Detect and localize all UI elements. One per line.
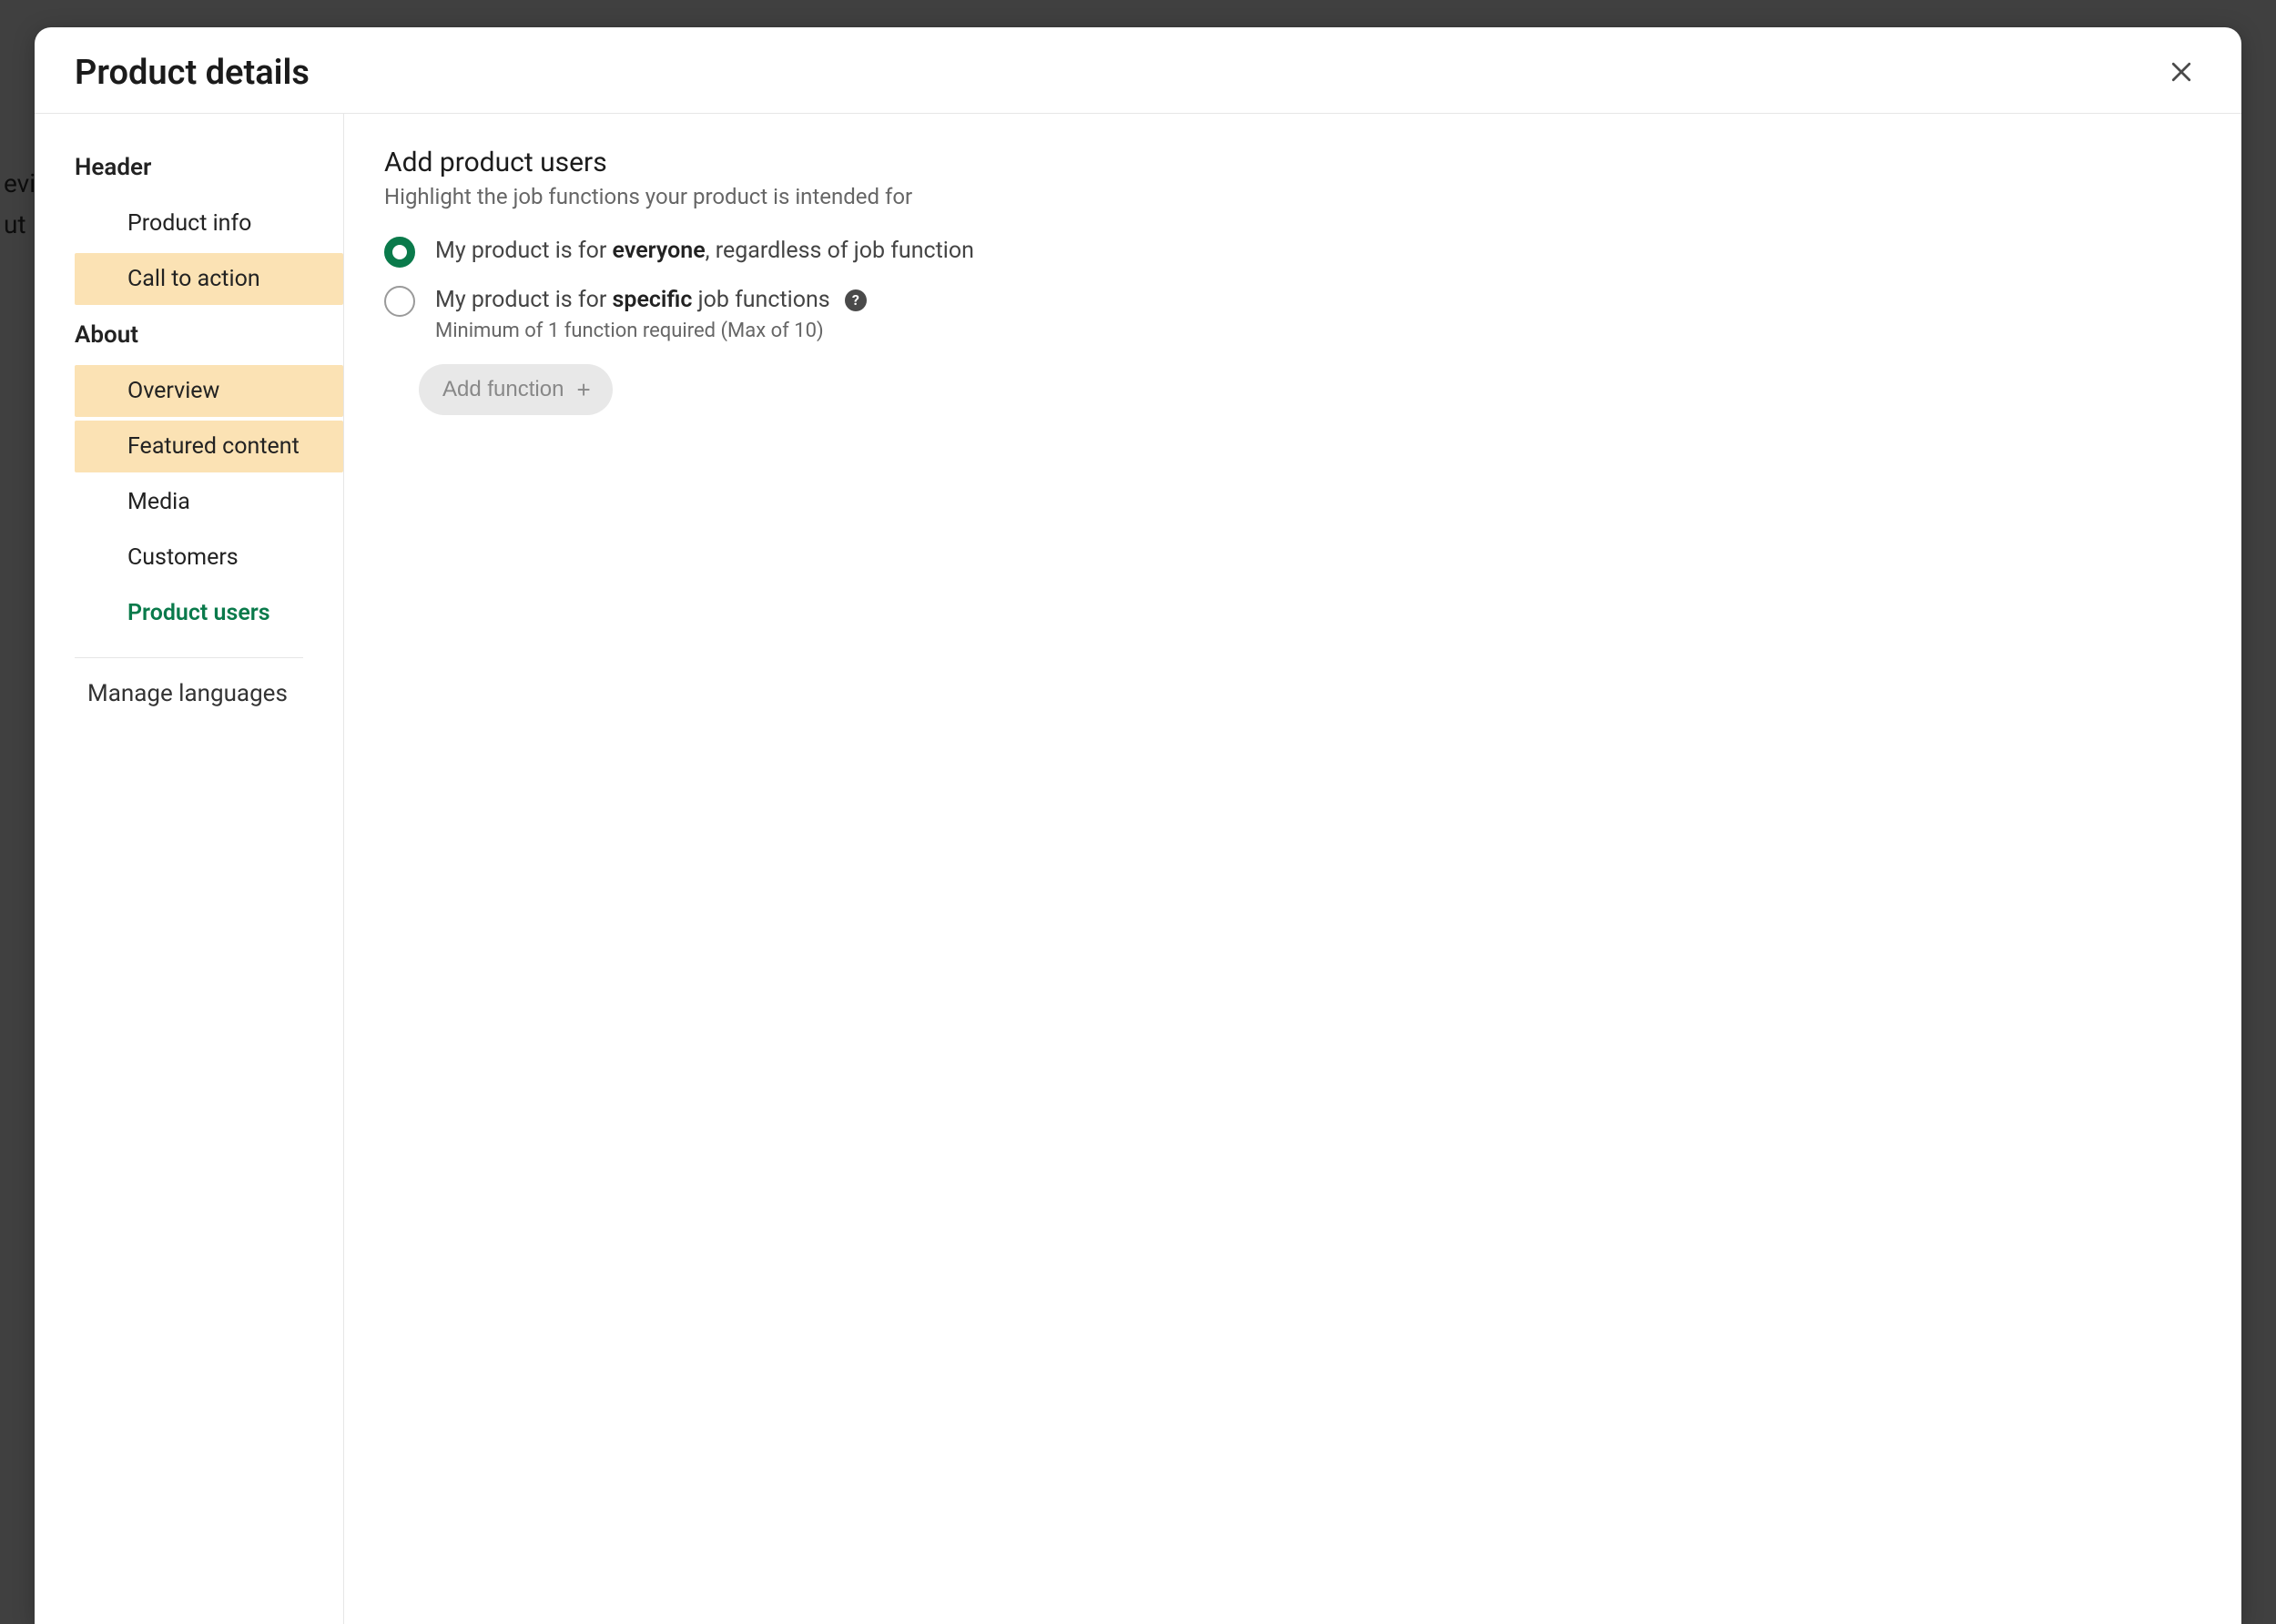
sidebar-divider [75,657,303,658]
product-details-modal: Product details Header Product info Call… [35,27,2241,1624]
option-everyone-label: My product is for everyone, regardless o… [435,235,974,267]
close-icon [2168,58,2195,88]
sidebar-section-about: About [35,309,343,361]
option-everyone-row: My product is for everyone, regardless o… [384,235,2201,268]
close-button[interactable] [2161,53,2201,93]
sidebar: Header Product info Call to action About… [35,114,344,1624]
sidebar-item-call-to-action[interactable]: Call to action [75,253,343,305]
add-function-label: Add function [442,377,564,402]
radio-everyone[interactable] [384,237,415,268]
content-subtitle: Highlight the job functions your product… [384,184,2201,209]
sidebar-item-manage-languages[interactable]: Manage languages [75,667,343,720]
modal-title: Product details [75,53,310,93]
plus-icon: + [576,378,590,401]
radio-specific[interactable] [384,286,415,317]
modal-header: Product details [35,27,2241,114]
sidebar-item-overview[interactable]: Overview [75,365,343,417]
option-specific-label: My product is for specific job functions… [435,284,867,316]
help-icon[interactable]: ? [845,289,867,311]
option-specific-note: Minimum of 1 function required (Max of 1… [435,320,867,342]
sidebar-item-featured-content[interactable]: Featured content [75,421,343,472]
add-function-button: Add function + [419,364,613,415]
sidebar-section-header: Header [35,141,343,194]
sidebar-item-product-info[interactable]: Product info [75,198,343,249]
content-pane: Add product users Highlight the job func… [344,114,2241,1624]
option-specific-row: My product is for specific job functions… [384,284,2201,342]
sidebar-item-customers[interactable]: Customers [75,532,343,584]
sidebar-item-product-users[interactable]: Product users [75,587,343,639]
content-title: Add product users [384,147,2201,178]
sidebar-item-media[interactable]: Media [75,476,343,528]
